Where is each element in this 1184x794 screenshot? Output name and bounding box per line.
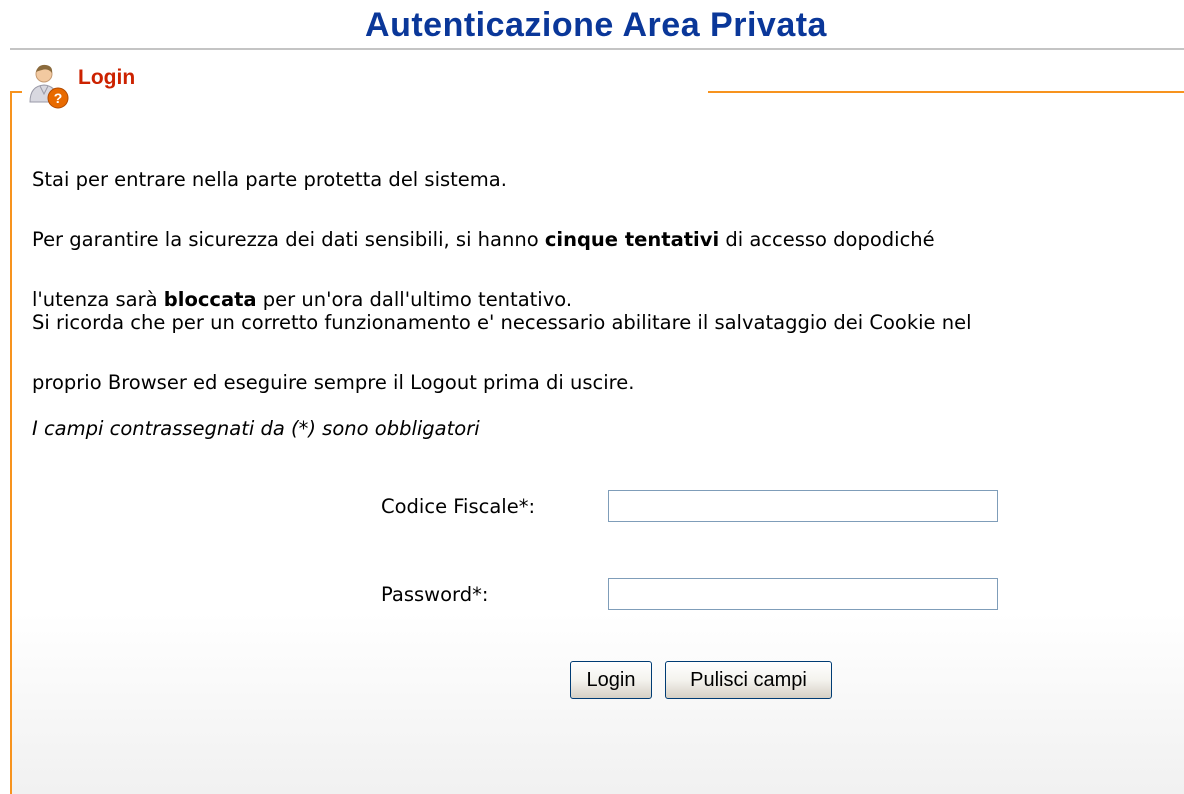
cookie-line-1: Si ricorda che per un corretto funzionam… — [32, 310, 972, 334]
intro-line-1: Stai per entrare nella parte protetta de… — [32, 167, 507, 191]
attempts-emphasis: cinque tentativi — [544, 227, 720, 251]
title-divider — [10, 48, 1184, 50]
codice-fiscale-label: Codice Fiscale*: — [381, 495, 536, 518]
cookie-line-2: proprio Browser ed eseguire sempre il Lo… — [32, 370, 635, 394]
intro-line-2-suffix: di accesso dopodiché — [719, 227, 935, 251]
password-input[interactable] — [608, 578, 998, 610]
clear-fields-button[interactable]: Pulisci campi — [665, 661, 832, 699]
cookie-notice: Si ricorda che per un corretto funzionam… — [32, 283, 1178, 423]
login-legend: ? Login — [22, 60, 708, 112]
intro-line-2-prefix: Per garantire la sicurezza dei dati sens… — [32, 227, 545, 251]
password-label: Password*: — [381, 583, 489, 606]
legend-title: Login — [78, 66, 136, 89]
svg-text:?: ? — [54, 90, 63, 106]
page-title: Autenticazione Area Privata — [365, 6, 827, 44]
intro-line-2: Per garantire la sicurezza dei dati sens… — [32, 220, 1178, 261]
login-button[interactable]: Login — [570, 661, 652, 699]
user-help-icon: ? — [29, 64, 69, 109]
codice-fiscale-input[interactable] — [608, 490, 998, 522]
required-fields-note: I campi contrassegnati da (*) sono obbli… — [32, 417, 480, 440]
